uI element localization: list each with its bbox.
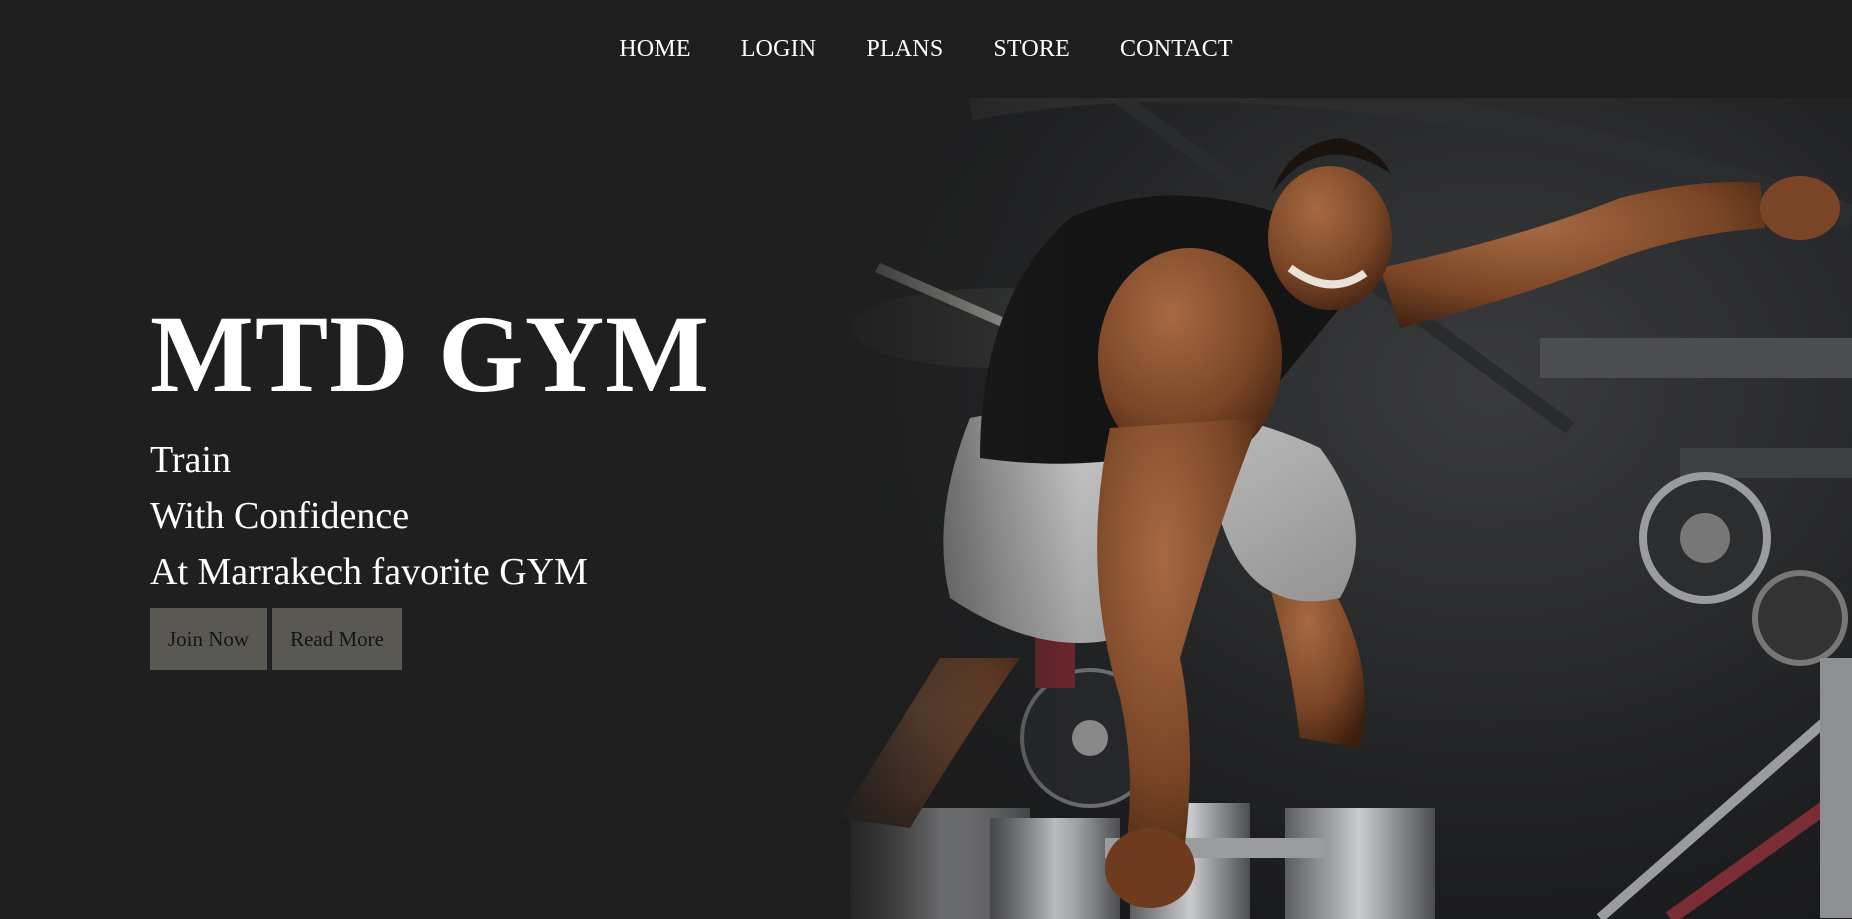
nav-menu: HOME LOGIN PLANS STORE CONTACT: [619, 36, 1233, 63]
nav-link-login[interactable]: LOGIN: [741, 36, 817, 62]
nav-item-home: HOME: [619, 36, 690, 63]
join-now-button[interactable]: Join Now: [150, 608, 268, 670]
hero-section: MTD GYM Train With Confidence At Marrake…: [0, 98, 1852, 919]
nav-link-contact[interactable]: CONTACT: [1120, 36, 1233, 62]
brand-title: MTD GYM: [150, 293, 710, 415]
tagline: Train With Confidence At Marrakech favor…: [150, 432, 710, 600]
nav-link-plans[interactable]: PLANS: [866, 36, 943, 62]
hero-text-block: MTD GYM Train With Confidence At Marrake…: [150, 294, 710, 670]
bodybuilder-deadlift-photo: [820, 98, 1852, 919]
top-navbar: HOME LOGIN PLANS STORE CONTACT: [0, 0, 1852, 98]
tagline-line-1: Train: [150, 439, 231, 481]
hero-bodybuilder-image: [820, 98, 1852, 919]
page: HOME LOGIN PLANS STORE CONTACT MTD GYM T…: [0, 0, 1852, 919]
nav-item-store: STORE: [993, 36, 1070, 63]
nav-item-login: LOGIN: [741, 36, 817, 63]
nav-link-home[interactable]: HOME: [619, 36, 690, 62]
hero-button-row: Join Now Read More: [150, 608, 710, 670]
tagline-line-3: At Marrakech favorite GYM: [150, 551, 588, 593]
nav-item-plans: PLANS: [866, 36, 943, 63]
read-more-button[interactable]: Read More: [272, 608, 402, 670]
nav-link-store[interactable]: STORE: [993, 36, 1070, 62]
nav-item-contact: CONTACT: [1120, 36, 1233, 63]
tagline-line-2: With Confidence: [150, 495, 410, 537]
